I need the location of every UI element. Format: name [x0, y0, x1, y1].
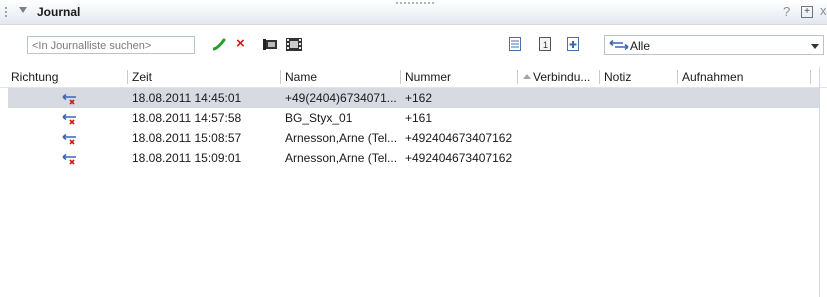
column-header-aufnahmen[interactable]: Aufnahmen: [682, 70, 743, 84]
splitter-grip-icon[interactable]: [395, 1, 435, 5]
table-row[interactable]: 18.08.2011 15:09:01 Arnesson,Arne (Tel..…: [8, 148, 820, 168]
column-header-nummer[interactable]: Nummer: [405, 70, 451, 84]
cell-nummer: +161: [405, 111, 433, 125]
table-row[interactable]: 18.08.2011 14:45:01 +49(2404)6734071... …: [8, 88, 820, 108]
delete-icon[interactable]: ×: [236, 36, 245, 51]
panel-titlebar: Journal ? + x: [0, 0, 827, 25]
column-header-zeit[interactable]: Zeit: [132, 70, 152, 84]
sort-ascending-icon: [523, 74, 531, 79]
search-input[interactable]: <In Journalliste suchen>: [27, 36, 195, 54]
missed-incoming-call-icon: [62, 93, 76, 105]
cell-name: BG_Styx_01: [285, 111, 353, 125]
maximize-button[interactable]: +: [801, 6, 813, 18]
single-view-icon[interactable]: 1: [539, 37, 551, 51]
cell-name: Arnesson,Arne (Tel...: [285, 151, 398, 165]
cell-nummer: +492404673407162: [405, 131, 513, 145]
close-button[interactable]: x: [820, 3, 827, 18]
column-header-richtung[interactable]: Richtung: [11, 70, 58, 84]
cell-zeit: 18.08.2011 14:45:01: [132, 91, 242, 105]
svg-text:1: 1: [543, 40, 548, 50]
vertical-scrollbar[interactable]: [819, 67, 827, 297]
drag-grip-icon[interactable]: [4, 6, 8, 18]
direction-filter-select[interactable]: Alle: [604, 35, 824, 55]
cell-zeit: 18.08.2011 14:57:58: [132, 111, 242, 125]
missed-incoming-call-icon: [62, 133, 76, 145]
filter-value: Alle: [630, 39, 651, 53]
collapse-chevron-icon[interactable]: [19, 7, 27, 13]
missed-incoming-call-icon: [62, 113, 76, 125]
film-icon[interactable]: [263, 39, 277, 50]
column-divider[interactable]: [127, 70, 128, 84]
column-header-notiz[interactable]: Notiz: [604, 70, 631, 84]
cell-zeit: 18.08.2011 15:08:57: [132, 131, 242, 145]
list-view-icon[interactable]: [509, 37, 521, 51]
column-divider[interactable]: [400, 70, 401, 84]
add-view-icon[interactable]: [567, 37, 579, 51]
table-row[interactable]: 18.08.2011 15:08:57 Arnesson,Arne (Tel..…: [8, 128, 820, 148]
column-divider[interactable]: [677, 70, 678, 84]
column-header-name[interactable]: Name: [285, 70, 317, 84]
column-divider[interactable]: [599, 70, 600, 84]
column-header-verbindung[interactable]: Verbindu...: [533, 70, 590, 84]
phone-icon[interactable]: [213, 38, 226, 51]
table-row[interactable]: 18.08.2011 14:57:58 BG_Styx_01 +161: [8, 108, 820, 128]
help-button[interactable]: ?: [783, 4, 790, 19]
journal-toolbar: <In Journalliste suchen> × 1 Alle: [0, 25, 827, 62]
missed-incoming-call-icon: [62, 153, 76, 165]
direction-filter-icon: [609, 40, 629, 50]
cell-nummer: +492404673407162: [405, 151, 513, 165]
film-icon[interactable]: [286, 38, 302, 51]
cell-nummer: +162: [405, 91, 433, 105]
cell-zeit: 18.08.2011 15:09:01: [132, 151, 242, 165]
column-divider[interactable]: [810, 70, 811, 84]
column-divider[interactable]: [280, 70, 281, 84]
panel-title: Journal: [37, 5, 81, 19]
cell-name: +49(2404)6734071...: [285, 91, 397, 105]
column-divider[interactable]: [517, 70, 518, 84]
dropdown-arrow-icon[interactable]: [811, 44, 819, 49]
journal-table-header: Richtung Zeit Name Nummer Verbindu... No…: [0, 67, 827, 88]
cell-name: Arnesson,Arne (Tel...: [285, 131, 398, 145]
